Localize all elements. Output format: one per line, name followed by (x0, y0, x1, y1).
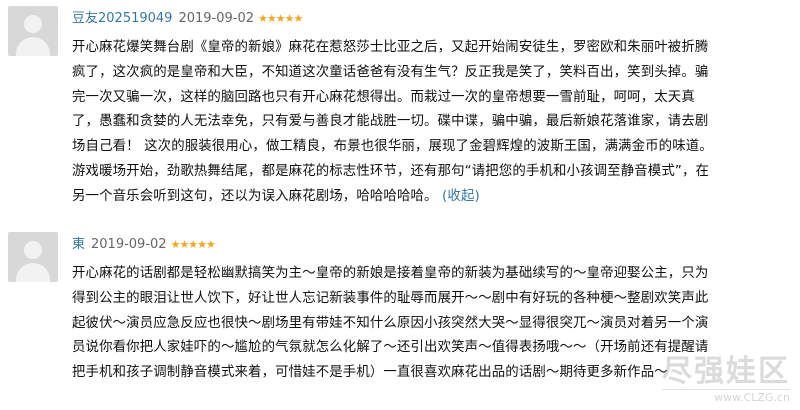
review-meta: 豆友202519049 2019-09-02 ★★★★★ (72, 10, 303, 28)
watermark-url: www.CLZG.cn (662, 389, 790, 404)
rating-stars-icon: ★★★★★ (258, 12, 303, 25)
review-date: 2019-09-02 (178, 11, 255, 26)
review-meta: 東 2019-09-02 ★★★★★ (72, 236, 216, 254)
review-username[interactable]: 東 (72, 237, 85, 252)
review-content: 开心麻花的话剧都是轻松幽默搞笑为主～皇帝的新娘是接着皇帝的新装为基础续写的～皇帝… (72, 262, 788, 386)
collapse-link[interactable]: (收起) (442, 189, 480, 204)
rating-stars-icon: ★★★★★ (170, 238, 216, 251)
review-date: 2019-09-02 (91, 237, 167, 252)
avatar-placeholder-icon (24, 241, 42, 259)
review-content: 开心麻花爆笑舞台剧《皇帝的新娘》麻花在惹怒莎士比亚之后，又起开始闹安徒生，罗密欧… (72, 36, 788, 210)
avatar[interactable] (8, 232, 58, 282)
avatar[interactable] (8, 6, 58, 56)
review-text: 开心麻花的话剧都是轻松幽默搞笑为主～皇帝的新娘是接着皇帝的新装为基础续写的～皇帝… (72, 266, 709, 381)
review-text: 开心麻花爆笑舞台剧《皇帝的新娘》麻花在惹怒莎士比亚之后，又起开始闹安徒生，罗密欧… (72, 40, 713, 204)
avatar-placeholder-icon (24, 15, 42, 33)
review-username[interactable]: 豆友202519049 (72, 11, 172, 26)
avatar-placeholder-body (16, 37, 50, 56)
avatar-placeholder-body (16, 263, 50, 282)
